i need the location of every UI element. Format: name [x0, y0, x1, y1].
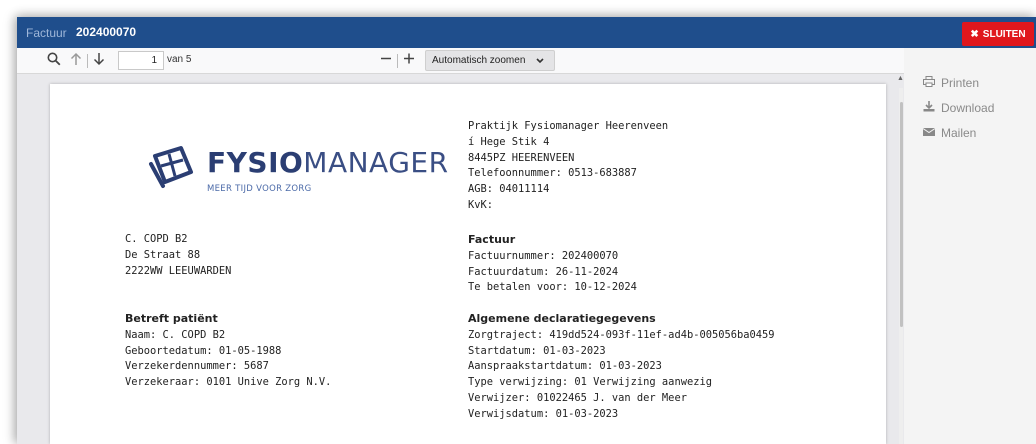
zoom-select-value: Automatisch zoomen [432, 55, 526, 66]
practice-line: AGB: 04011114 [468, 183, 550, 196]
close-icon: ✖ [970, 28, 979, 40]
logo-wordmark: FYSIOMANAGER [207, 146, 449, 179]
patient-line: Verzekeraar: 0101 Unive Zorg N.V. [125, 376, 332, 389]
close-button[interactable]: ✖ SLUITEN [962, 22, 1034, 46]
recipient-line: 2222WW LEEUWARDEN [125, 264, 232, 277]
print-label: Printen [941, 76, 980, 90]
declaration-line: Aanspraakstartdatum: 01-03-2023 [468, 360, 662, 373]
patient-line: Verzekerdennummer: 5687 [125, 360, 269, 373]
mail-label: Mailen [941, 126, 977, 140]
invoice-line: Factuurnummer: 202400070 [468, 249, 619, 262]
patient-heading: Betreft patiënt [125, 312, 218, 325]
dialog-titlebar: Factuur 202400070 ✖ SLUITEN [17, 17, 1036, 48]
practice-line: Telefoonnummer: 0513-683887 [468, 167, 637, 180]
toolbar-separator [87, 54, 88, 68]
action-sidebar: Printen Download Mailen [904, 48, 1036, 444]
declaration-line: Zorgtraject: 419dd524-093f-11ef-ad4b-005… [468, 328, 775, 341]
zoom-out-icon[interactable] [380, 51, 392, 69]
print-icon [923, 76, 935, 90]
download-icon [923, 101, 935, 115]
previous-page-icon[interactable] [70, 52, 82, 70]
practice-line: KvK: [468, 198, 494, 211]
practice-line: Praktijk Fysiomanager Heerenveen [468, 120, 669, 132]
patient-details: Betreft patiënt Naam: C. COPD B2 Geboort… [125, 311, 331, 391]
recipient-line: De Straat 88 [125, 248, 201, 261]
dialog-title-prefix: Factuur [26, 26, 67, 40]
next-page-icon[interactable] [93, 52, 105, 70]
pdf-toolbar: 1 van 5 Automatisch zoomen [17, 48, 904, 74]
search-icon[interactable] [47, 52, 61, 70]
invoice-line: Factuurdatum: 26-11-2024 [468, 265, 619, 278]
declaration-line: Type verwijzing: 01 Verwijzing aanwezig [468, 376, 712, 389]
download-label: Download [941, 101, 995, 115]
dialog-title-number: 202400070 [76, 25, 137, 39]
invoice-dialog: Factuur 202400070 ✖ SLUITEN 1 van 5 Auto… [17, 17, 1036, 444]
print-button[interactable]: Printen [923, 76, 979, 90]
download-button[interactable]: Download [923, 101, 994, 115]
invoice-line: Te betalen voor: 10-12-2024 [468, 281, 637, 294]
declaration-details: Algemene declaratiegegevens Zorgtraject:… [468, 311, 775, 423]
fysiomanager-logo-icon [149, 146, 193, 188]
logo-word-strong: FYSIO [207, 146, 304, 179]
logo-word-light: MANAGER [303, 146, 449, 179]
patient-line: Naam: C. COPD B2 [125, 328, 226, 341]
practice-address: Praktijk Fysiomanager Heerenveen í Hege … [468, 119, 668, 214]
zoom-select[interactable]: Automatisch zoomen [425, 50, 555, 71]
recipient-address: C. COPD B2 De Straat 88 2222WW LEEUWARDE… [125, 232, 231, 279]
practice-line: 8445PZ HEERENVEEN [468, 151, 575, 164]
company-logo: FYSIOMANAGER MEER TIJD VOOR ZORG [137, 142, 467, 202]
patient-line: Geboortedatum: 01-05-1988 [125, 344, 282, 357]
declaration-heading: Algemene declaratiegegevens [468, 312, 656, 325]
toolbar-separator [397, 54, 398, 68]
mail-icon [922, 127, 936, 140]
declaration-line: Startdatum: 01-03-2023 [468, 344, 606, 357]
invoice-details: Factuur Factuurnummer: 202400070 Factuur… [468, 232, 637, 296]
close-button-label: SLUITEN [982, 28, 1026, 40]
mail-button[interactable]: Mailen [922, 126, 977, 140]
invoice-heading: Factuur [468, 233, 516, 246]
scrollbar-thumb[interactable] [900, 102, 903, 327]
practice-line: í Hege Stik 4 [468, 135, 550, 148]
recipient-line: C. COPD B2 [125, 233, 188, 245]
declaration-line: Verwijsdatum: 01-03-2023 [468, 407, 619, 420]
page-count-label: van 5 [167, 54, 192, 65]
logo-tagline: MEER TIJD VOOR ZORG [207, 184, 312, 194]
declaration-line: Verwijzer: 01022465 J. van der Meer [468, 391, 687, 404]
pdf-page: FYSIOMANAGER MEER TIJD VOOR ZORG Praktij… [50, 84, 886, 444]
page-number-input[interactable]: 1 [118, 51, 164, 70]
pdf-viewer[interactable]: FYSIOMANAGER MEER TIJD VOOR ZORG Praktij… [17, 74, 904, 444]
zoom-in-icon[interactable] [403, 51, 415, 69]
scroll-up-icon[interactable]: ▲ [897, 75, 904, 82]
